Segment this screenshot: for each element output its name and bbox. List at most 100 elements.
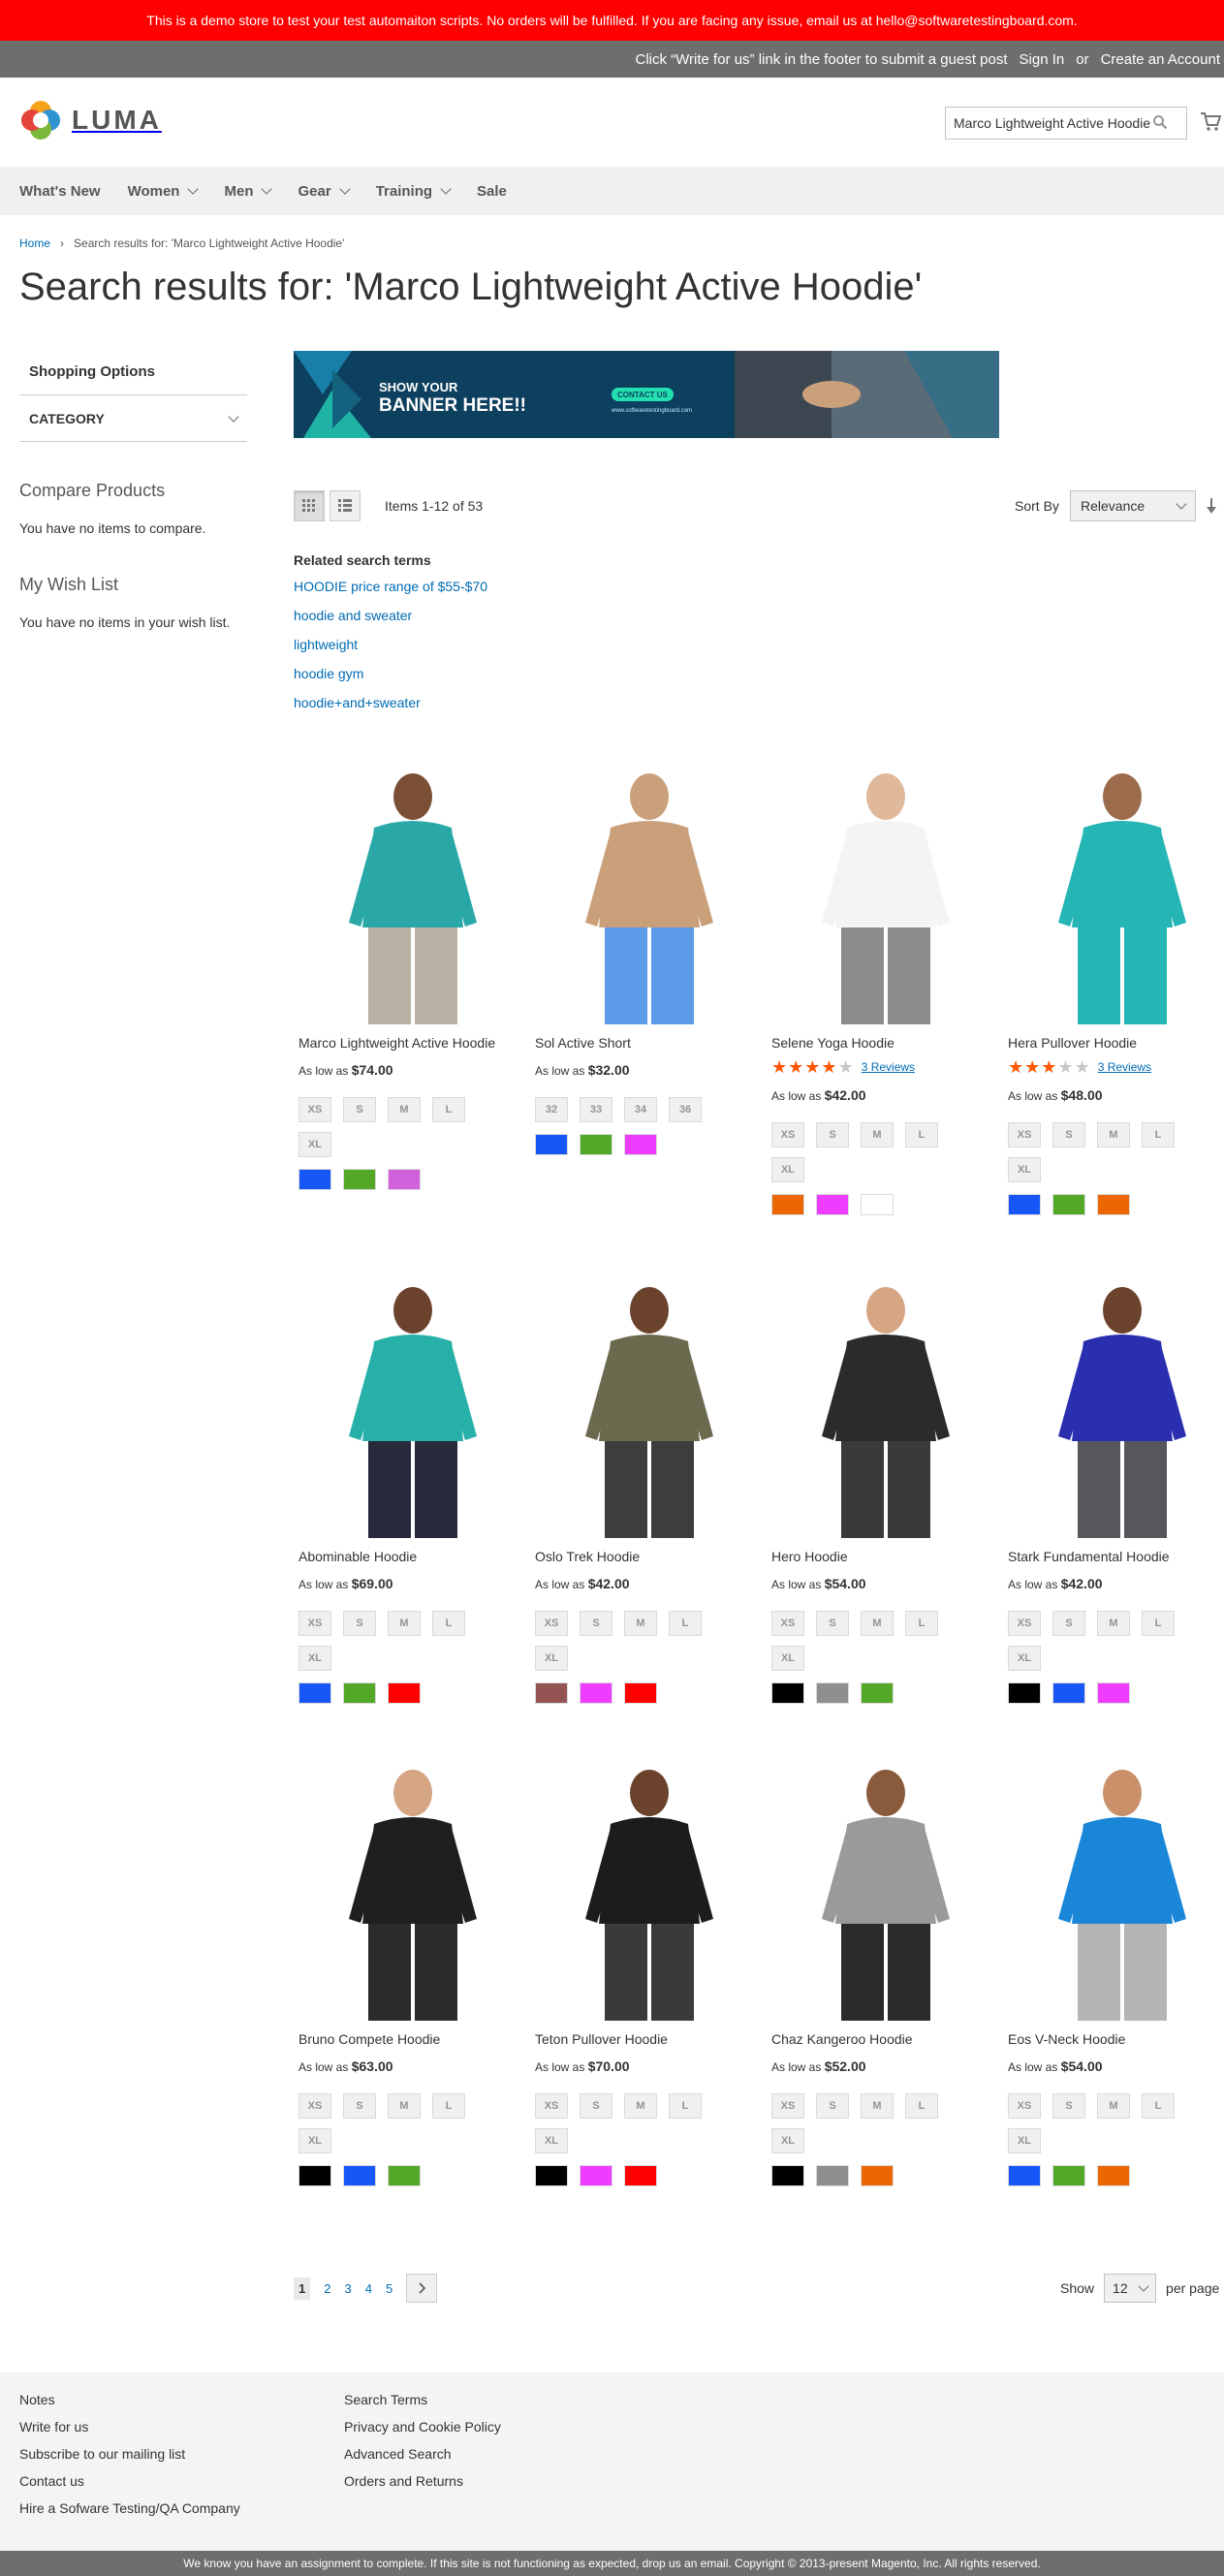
color-option[interactable] bbox=[1008, 1682, 1041, 1704]
size-option[interactable]: M bbox=[1097, 2093, 1130, 2119]
product-card[interactable]: Bruno Compete Hoodie As low as $63.00 XS S M… bbox=[298, 1764, 521, 2186]
color-option[interactable] bbox=[624, 1134, 657, 1155]
size-option[interactable]: XL bbox=[771, 1646, 804, 1671]
product-card[interactable]: Hera Pullover Hoodie ★ ★ ★ ★ ★ 3 Reviews As low… bbox=[1008, 768, 1224, 1215]
size-option[interactable]: L bbox=[432, 1611, 465, 1636]
size-option[interactable]: XL bbox=[298, 1646, 331, 1671]
product-image[interactable] bbox=[298, 768, 521, 1029]
product-image[interactable] bbox=[771, 768, 994, 1029]
product-card[interactable]: Teton Pullover Hoodie As low as $70.00 XS S… bbox=[535, 1764, 758, 2186]
nav-men[interactable]: Men bbox=[224, 183, 273, 200]
product-name[interactable]: Eos V-Neck Hoodie bbox=[1008, 2031, 1224, 2047]
size-option[interactable]: XS bbox=[1008, 1611, 1041, 1636]
color-option[interactable] bbox=[388, 2165, 421, 2186]
product-card[interactable]: Oslo Trek Hoodie As low as $42.00 XS S M L XL bbox=[535, 1281, 758, 1704]
product-image[interactable] bbox=[298, 1764, 521, 2026]
category-filter[interactable]: Category bbox=[19, 395, 247, 442]
size-option[interactable]: 33 bbox=[580, 1097, 612, 1122]
product-card[interactable]: Sol Active Short As low as $32.00 32 33 34 36 bbox=[535, 768, 758, 1155]
sort-direction-icon[interactable] bbox=[1205, 496, 1218, 516]
size-option[interactable]: M bbox=[388, 2093, 421, 2119]
related-term[interactable]: hoodie+and+sweater bbox=[294, 694, 487, 712]
page-link[interactable]: 2 bbox=[324, 2281, 330, 2296]
color-option[interactable] bbox=[1052, 2165, 1085, 2186]
color-option[interactable] bbox=[535, 1134, 568, 1155]
footer-link[interactable]: Contact us bbox=[19, 2473, 240, 2489]
product-name[interactable]: Hera Pullover Hoodie bbox=[1008, 1035, 1224, 1051]
color-option[interactable] bbox=[771, 1682, 804, 1704]
size-option[interactable]: M bbox=[1097, 1611, 1130, 1636]
color-option[interactable] bbox=[298, 1169, 331, 1190]
footer-link[interactable]: Notes bbox=[19, 2392, 240, 2407]
size-option[interactable]: S bbox=[343, 1611, 376, 1636]
size-option[interactable]: S bbox=[343, 1097, 376, 1122]
size-option[interactable]: L bbox=[432, 2093, 465, 2119]
product-name[interactable]: Marco Lightweight Active Hoodie bbox=[298, 1035, 521, 1051]
size-option[interactable]: M bbox=[624, 2093, 657, 2119]
product-name[interactable]: Oslo Trek Hoodie bbox=[535, 1549, 758, 1564]
size-option[interactable]: XL bbox=[771, 2128, 804, 2153]
create-account-link[interactable]: Create an Account bbox=[1101, 51, 1220, 68]
next-page-button[interactable] bbox=[406, 2274, 438, 2303]
color-option[interactable] bbox=[861, 1682, 894, 1704]
color-option[interactable] bbox=[343, 2165, 376, 2186]
size-option[interactable]: XL bbox=[535, 2128, 568, 2153]
color-option[interactable] bbox=[580, 1682, 612, 1704]
size-option[interactable]: XL bbox=[298, 2128, 331, 2153]
color-option[interactable] bbox=[1008, 2165, 1041, 2186]
sort-by-select[interactable]: Relevance bbox=[1070, 490, 1196, 521]
size-option[interactable]: M bbox=[861, 2093, 894, 2119]
product-name[interactable]: Chaz Kangeroo Hoodie bbox=[771, 2031, 994, 2047]
list-view-button[interactable] bbox=[330, 490, 361, 521]
color-option[interactable] bbox=[861, 1194, 894, 1215]
color-option[interactable] bbox=[861, 2165, 894, 2186]
color-option[interactable] bbox=[580, 1134, 612, 1155]
size-option[interactable]: M bbox=[388, 1097, 421, 1122]
related-term[interactable]: hoodie gym bbox=[294, 665, 487, 683]
reviews-link[interactable]: 3 Reviews bbox=[862, 1060, 915, 1074]
related-term[interactable]: lightweight bbox=[294, 636, 487, 654]
size-option[interactable]: XS bbox=[298, 1611, 331, 1636]
size-option[interactable]: XS bbox=[298, 1097, 331, 1122]
color-option[interactable] bbox=[1052, 1194, 1085, 1215]
size-option[interactable]: M bbox=[1097, 1122, 1130, 1147]
size-option[interactable]: M bbox=[861, 1611, 894, 1636]
color-option[interactable] bbox=[624, 1682, 657, 1704]
nav-sale[interactable]: Sale bbox=[477, 183, 507, 200]
size-option[interactable]: S bbox=[816, 1611, 849, 1636]
grid-view-button[interactable] bbox=[294, 490, 325, 521]
size-option[interactable]: XL bbox=[298, 1132, 331, 1157]
size-option[interactable]: XL bbox=[535, 1646, 568, 1671]
size-option[interactable]: M bbox=[861, 1122, 894, 1147]
product-card[interactable]: Marco Lightweight Active Hoodie As low as… bbox=[298, 768, 521, 1190]
product-card[interactable]: Abominable Hoodie As low as $69.00 XS S M L XL bbox=[298, 1281, 521, 1704]
product-card[interactable]: Eos V-Neck Hoodie As low as $54.00 XS S M L XL bbox=[1008, 1764, 1224, 2186]
size-option[interactable]: S bbox=[816, 2093, 849, 2119]
size-option[interactable]: L bbox=[669, 1611, 702, 1636]
nav-whats-new[interactable]: What's New bbox=[19, 183, 101, 200]
size-option[interactable]: XL bbox=[771, 1157, 804, 1182]
product-image[interactable] bbox=[535, 1764, 758, 2026]
product-image[interactable] bbox=[1008, 1281, 1224, 1543]
color-option[interactable] bbox=[1052, 1682, 1085, 1704]
color-option[interactable] bbox=[298, 2165, 331, 2186]
product-card[interactable]: Stark Fundamental Hoodie As low as $42.00… bbox=[1008, 1281, 1224, 1704]
color-option[interactable] bbox=[388, 1169, 421, 1190]
product-name[interactable]: Abominable Hoodie bbox=[298, 1549, 521, 1564]
size-option[interactable]: L bbox=[669, 2093, 702, 2119]
size-option[interactable]: S bbox=[580, 2093, 612, 2119]
related-term[interactable]: hoodie and sweater bbox=[294, 607, 487, 625]
size-option[interactable]: XS bbox=[771, 1122, 804, 1147]
color-option[interactable] bbox=[298, 1682, 331, 1704]
product-name[interactable]: Selene Yoga Hoodie bbox=[771, 1035, 994, 1051]
size-option[interactable]: M bbox=[388, 1611, 421, 1636]
product-name[interactable]: Sol Active Short bbox=[535, 1035, 758, 1051]
size-option[interactable]: S bbox=[580, 1611, 612, 1636]
page-link[interactable]: 4 bbox=[365, 2281, 372, 2296]
color-option[interactable] bbox=[1097, 2165, 1130, 2186]
size-option[interactable]: S bbox=[816, 1122, 849, 1147]
size-option[interactable]: L bbox=[1142, 2093, 1175, 2119]
promo-banner[interactable]: SHOW YOUR BANNER HERE!! CONTACT US www.s… bbox=[294, 351, 999, 438]
search-input[interactable] bbox=[954, 115, 1152, 131]
sign-in-link[interactable]: Sign In bbox=[1020, 51, 1065, 68]
